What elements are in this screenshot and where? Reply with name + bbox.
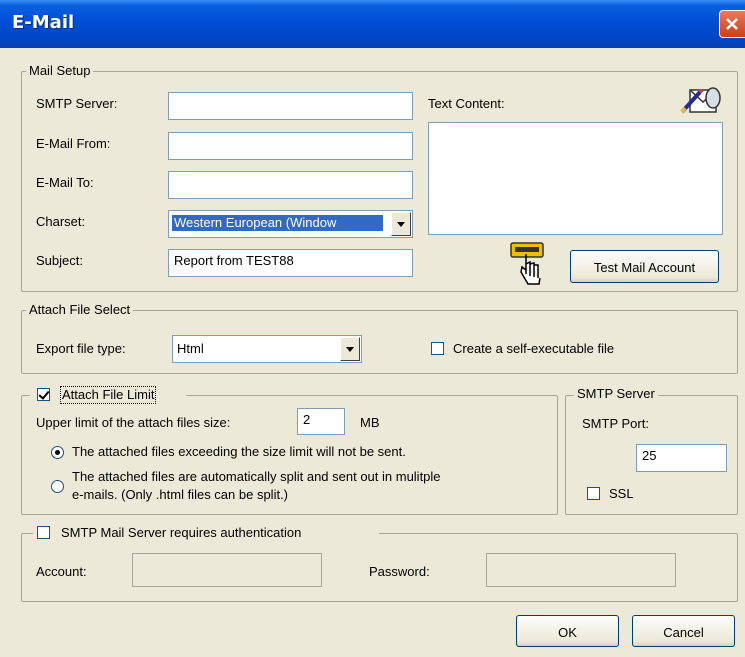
- account-input[interactable]: [132, 553, 322, 587]
- email-from-input[interactable]: [168, 132, 413, 160]
- ssl-label[interactable]: SSL: [609, 486, 634, 502]
- email-from-label: E-Mail From:: [36, 136, 111, 151]
- password-input[interactable]: [486, 553, 676, 587]
- option-split-label-line1[interactable]: The attached files are automatically spl…: [72, 469, 441, 485]
- mail-edit-icon: [680, 87, 721, 114]
- option-not-sent-radio[interactable]: [51, 446, 64, 459]
- close-icon: [726, 18, 738, 30]
- attach-file-select-label: Attach File Select: [26, 302, 134, 318]
- authentication-checkbox[interactable]: [37, 526, 50, 539]
- attach-file-limit-checkbox[interactable]: [37, 388, 50, 401]
- account-label: Account:: [36, 564, 87, 579]
- email-to-input[interactable]: [168, 171, 413, 199]
- smtp-server-input[interactable]: [168, 92, 413, 120]
- smtp-server-group-label: SMTP Server: [574, 386, 658, 402]
- self-executable-label[interactable]: Create a self-executable file: [453, 341, 614, 357]
- ssl-checkbox[interactable]: [587, 487, 600, 500]
- charset-select[interactable]: Western European (Window: [168, 210, 413, 238]
- upper-limit-input[interactable]: 2: [297, 408, 345, 435]
- charset-value: Western European (Window: [172, 215, 383, 231]
- smtp-port-input[interactable]: 25: [636, 444, 727, 472]
- attach-file-select-group: [21, 310, 738, 374]
- password-label: Password:: [369, 564, 430, 579]
- chevron-down-icon[interactable]: [340, 337, 360, 361]
- attach-file-limit-header: Attach File Limit: [30, 386, 186, 404]
- ok-button[interactable]: OK: [516, 615, 619, 647]
- text-content-label: Text Content:: [428, 96, 505, 111]
- charset-label: Charset:: [36, 214, 86, 229]
- cancel-button[interactable]: Cancel: [632, 615, 735, 647]
- email-to-label: E-Mail To:: [36, 175, 94, 190]
- upper-limit-label: Upper limit of the attach files size:: [36, 415, 231, 430]
- export-file-type-value: Html: [177, 341, 204, 356]
- test-mail-account-button[interactable]: Test Mail Account: [570, 250, 719, 283]
- subject-input[interactable]: Report from TEST88: [168, 249, 413, 277]
- upper-limit-unit: MB: [360, 415, 380, 430]
- option-not-sent-label[interactable]: The attached files exceeding the size li…: [72, 444, 406, 460]
- attach-file-limit-label[interactable]: Attach File Limit: [59, 386, 157, 404]
- self-executable-checkbox[interactable]: [431, 342, 444, 355]
- test-mail-account-label: Test Mail Account: [593, 260, 696, 275]
- subject-label: Subject:: [36, 253, 83, 268]
- title-bar[interactable]: E-Mail: [0, 0, 745, 48]
- authentication-label[interactable]: SMTP Mail Server requires authentication: [61, 525, 301, 541]
- hand-pointer-icon: [510, 242, 544, 285]
- option-split-radio[interactable]: [51, 480, 64, 493]
- cancel-button-label: Cancel: [663, 625, 704, 640]
- mail-setup-group-label: Mail Setup: [26, 63, 94, 79]
- export-file-type-select[interactable]: Html: [172, 335, 362, 363]
- export-file-type-label: Export file type:: [36, 341, 126, 356]
- window-title: E-Mail: [12, 12, 75, 33]
- option-split-label-line2[interactable]: e-mails. (Only .html files can be split.…: [72, 487, 288, 503]
- text-content-textarea[interactable]: [428, 122, 723, 235]
- ok-button-label: OK: [558, 625, 577, 640]
- smtp-server-label: SMTP Server:: [36, 96, 118, 111]
- chevron-down-icon[interactable]: [391, 212, 411, 236]
- smtp-port-label: SMTP Port:: [582, 416, 649, 431]
- close-button[interactable]: [719, 10, 745, 38]
- authentication-header: SMTP Mail Server requires authentication: [33, 524, 379, 542]
- email-dialog: E-Mail Mail Setup SMTP Server: E-Mail Fr…: [0, 0, 745, 657]
